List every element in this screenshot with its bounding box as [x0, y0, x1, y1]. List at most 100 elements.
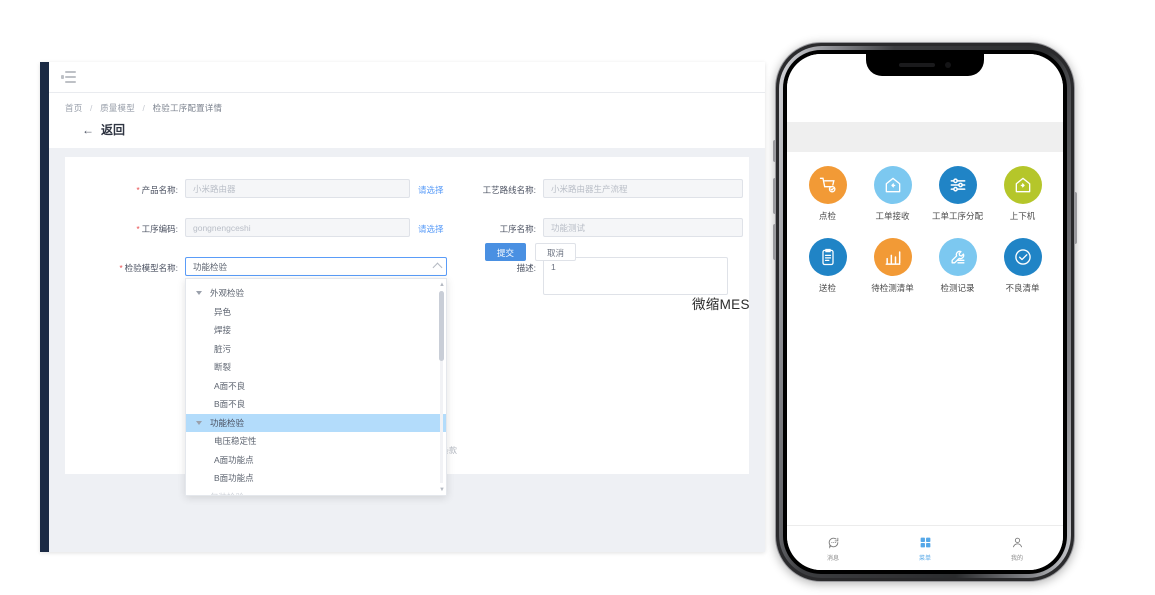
app-banner-band	[787, 122, 1063, 152]
phone-notch	[866, 54, 984, 76]
app-tile-inspection[interactable]: 点检	[795, 166, 860, 222]
app-tile-machine-onoff[interactable]: 上下机	[990, 166, 1055, 222]
scroll-down-arrow-icon[interactable]: ▼	[439, 487, 445, 493]
breadcrumb-item-current: 检验工序配置详情	[152, 103, 223, 113]
app-tile-submit-inspection[interactable]: 送检	[795, 238, 860, 294]
model-name-dropdown[interactable]: 外观检验 异色 焊接 脏污 断裂 A面不良 B面不良 功能检验 电压稳定性 A面…	[185, 278, 447, 496]
phone-volume-down-button[interactable]	[773, 224, 776, 260]
dropdown-item[interactable]: 焊接	[186, 321, 446, 340]
home-arrow-out-icon	[1003, 166, 1042, 204]
dropdown-item[interactable]: 脏污	[186, 340, 446, 359]
form-row-product: * 产品名称: 小米路由器 请选择 工艺路线名称: 小米路由器生产流程	[65, 179, 749, 198]
tab-messages[interactable]: 消息	[787, 535, 879, 562]
dropdown-list: 外观检验 异色 焊接 脏污 断裂 A面不良 B面不良 功能检验 电压稳定性 A面…	[186, 279, 446, 496]
route-name-label: 工艺路线名称:	[482, 185, 536, 195]
earpiece-speaker-icon	[899, 63, 935, 67]
breadcrumb-item-quality-model[interactable]: 质量模型	[100, 103, 135, 113]
sliders-icon	[938, 166, 977, 204]
watermark-text: 微缩MES	[692, 297, 750, 312]
app-icon-grid: 点检 工单接收 工单工序分配 上下机 送检 待检测清单 检测记录 不良清单	[787, 152, 1063, 294]
route-name-input[interactable]: 小米路由器生产流程	[543, 179, 743, 198]
process-code-input[interactable]: gongnengceshi	[185, 218, 410, 237]
app-tile-label: 点检	[818, 211, 836, 221]
tab-label: 我的	[1010, 555, 1023, 562]
app-tile-inspection-records[interactable]: 检测记录	[925, 238, 990, 294]
breadcrumb-separator: /	[89, 103, 93, 113]
person-icon	[971, 535, 1063, 551]
process-name-input[interactable]: 功能测试	[543, 218, 743, 237]
dropdown-item[interactable]: B面不良	[186, 395, 446, 414]
content-gap	[49, 148, 765, 157]
process-code-select-link[interactable]: 请选择	[418, 218, 444, 235]
phone-mute-switch[interactable]	[773, 140, 776, 162]
app-tile-order-receive[interactable]: 工单接收	[860, 166, 925, 222]
phone-screen: 点检 工单接收 工单工序分配 上下机 送检 待检测清单 检测记录 不良清单 消息…	[787, 54, 1063, 570]
front-camera-icon	[945, 62, 951, 68]
desktop-browser-window: 首页 / 质量模型 / 检验工序配置详情 ← 返回 *产品名称: 小米路由器	[40, 62, 765, 552]
required-marker: *	[119, 264, 123, 273]
top-bar	[49, 62, 765, 93]
description-textarea[interactable]: 1	[543, 257, 728, 295]
app-tile-label: 上下机	[1009, 211, 1036, 221]
tab-menu[interactable]: 菜单	[879, 535, 971, 562]
dropdown-item-partial[interactable]: 包装检验	[186, 488, 446, 496]
app-tile-label: 工单接收	[875, 211, 910, 221]
desktop-content-area: 首页 / 质量模型 / 检验工序配置详情 ← 返回 *产品名称: 小米路由器	[49, 62, 765, 552]
icon-row-gap	[795, 222, 1055, 238]
form-actions: 提交 取消	[485, 243, 577, 261]
breadcrumb-separator: /	[142, 103, 146, 113]
icon-row-1: 点检 工单接收 工单工序分配 上下机	[795, 166, 1055, 222]
app-tile-label: 待检测清单	[871, 283, 914, 293]
app-tile-label: 送检	[818, 283, 836, 293]
product-name-select-link[interactable]: 请选择	[418, 179, 444, 196]
tab-profile[interactable]: 我的	[971, 535, 1063, 562]
dropdown-item[interactable]: B面功能点	[186, 469, 446, 488]
caret-down-icon[interactable]	[196, 291, 202, 295]
dropdown-group-item-selected[interactable]: 功能检验	[186, 413, 446, 432]
phone-tabbar: 消息 菜单 我的	[787, 525, 1063, 570]
cart-check-icon	[808, 166, 847, 204]
form-row-process-code: * 工序编码: gongnengceshi 请选择 工序名称: 功能测试	[65, 218, 749, 237]
product-name-input[interactable]: 小米路由器	[185, 179, 410, 198]
dropdown-scrollbar[interactable]: ▲ ▼	[439, 282, 445, 493]
app-tile-defect-list[interactable]: 不良清单	[990, 238, 1055, 294]
dropdown-item[interactable]: A面不良	[186, 377, 446, 396]
dropdown-item[interactable]: A面功能点	[186, 451, 446, 470]
process-code-label: * 工序编码:	[136, 224, 179, 234]
icon-row-2: 送检 待检测清单 检测记录 不良清单	[795, 238, 1055, 294]
inspection-config-form: * 产品名称: 小米路由器 请选择 工艺路线名称: 小米路由器生产流程 * 工序编码…	[65, 157, 749, 496]
wrench-icon	[938, 238, 977, 276]
breadcrumb-item-home[interactable]: 首页	[65, 103, 82, 113]
clipboard-list-icon	[808, 238, 847, 276]
breadcrumb-area: 首页 / 质量模型 / 检验工序配置详情 ← 返回	[49, 93, 765, 148]
scroll-up-arrow-icon[interactable]: ▲	[439, 282, 445, 288]
chat-bubble-icon	[787, 535, 879, 551]
app-tile-label: 工单工序分配	[931, 211, 983, 221]
phone-mockup: 点检 工单接收 工单工序分配 上下机 送检 待检测清单 检测记录 不良清单 消息…	[773, 42, 1077, 582]
tab-label: 消息	[826, 555, 839, 562]
home-arrow-in-icon	[873, 166, 912, 204]
cancel-button[interactable]: 取消	[535, 243, 577, 261]
model-name-label: * 检验模型名称:	[119, 263, 179, 273]
form-row-model: * 检验模型名称: 功能检验 外观检验 异色 焊接 脏污 断裂 A面不良 B面不…	[65, 257, 749, 496]
model-name-select[interactable]: 功能检验	[185, 257, 447, 276]
app-tile-order-dispatch[interactable]: 工单工序分配	[925, 166, 990, 222]
bar-chart-icon	[873, 238, 912, 276]
model-name-select-wrapper: 功能检验 外观检验 异色 焊接 脏污 断裂 A面不良 B面不良 功能检验 电压稳…	[185, 257, 447, 496]
collapsed-sidebar[interactable]	[40, 62, 49, 552]
phone-power-button[interactable]	[1074, 192, 1077, 244]
back-button[interactable]: ← 返回	[65, 114, 765, 148]
submit-button[interactable]: 提交	[485, 243, 527, 261]
scrollbar-thumb[interactable]	[439, 291, 444, 361]
caret-down-icon[interactable]	[196, 420, 202, 425]
grid-squares-icon	[879, 535, 971, 551]
dropdown-item[interactable]: 电压稳定性	[186, 432, 446, 451]
dropdown-item[interactable]: 断裂	[186, 358, 446, 377]
product-name-label: * 产品名称:	[136, 185, 179, 195]
app-tile-pending-list[interactable]: 待检测清单	[860, 238, 925, 294]
dropdown-item[interactable]: 异色	[186, 303, 446, 322]
phone-volume-up-button[interactable]	[773, 178, 776, 214]
menu-fold-icon[interactable]	[61, 70, 76, 84]
required-marker: *	[136, 186, 140, 195]
phone-bezel: 点检 工单接收 工单工序分配 上下机 送检 待检测清单 检测记录 不良清单 消息…	[783, 50, 1067, 574]
